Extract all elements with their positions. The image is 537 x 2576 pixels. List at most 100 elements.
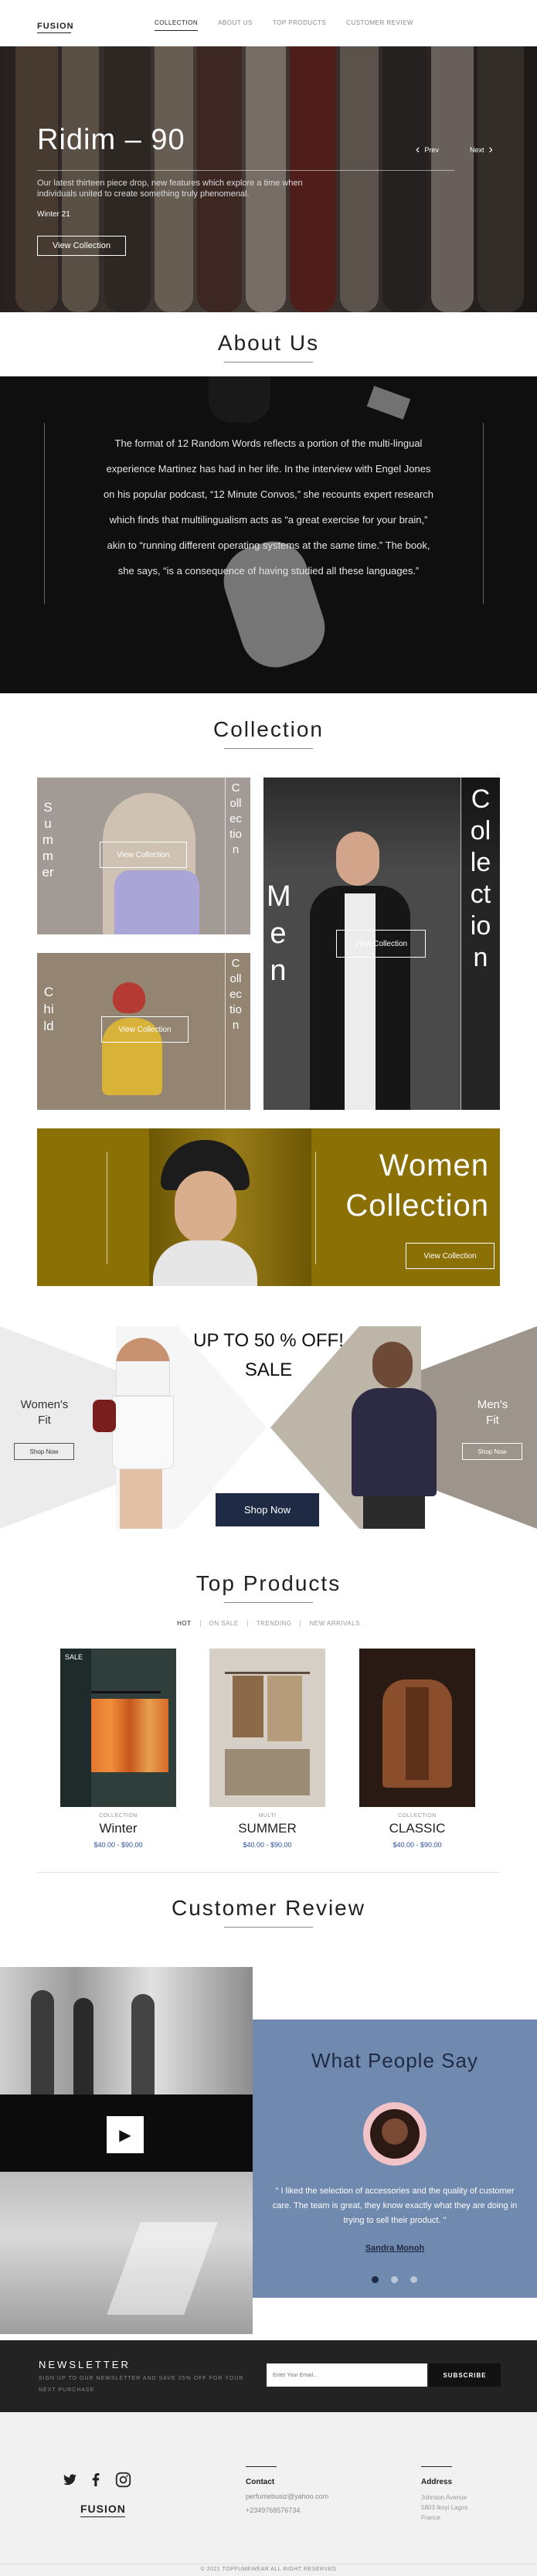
product-lapel bbox=[406, 1687, 429, 1780]
reviewer-avatar bbox=[363, 2102, 427, 2166]
subscribe-button[interactable]: SUBSCRIBE bbox=[429, 2363, 501, 2387]
logo[interactable]: FUSION bbox=[37, 22, 74, 33]
men-fit-label-line1: Men's bbox=[477, 1398, 508, 1411]
summer-side-label: Collection bbox=[229, 781, 242, 856]
men-fit-label: Men's Fit bbox=[464, 1397, 522, 1428]
review-quote: " I liked the selection of accessories a… bbox=[272, 2186, 518, 2225]
product-category: COLLECTION bbox=[398, 1813, 437, 1819]
women-top bbox=[153, 1240, 257, 1286]
summer-collection-tile[interactable]: Summer Collection View Collection bbox=[37, 778, 250, 934]
hero-prev-label: Prev bbox=[424, 146, 439, 154]
review-dot-active[interactable] bbox=[372, 2276, 379, 2283]
review-dot[interactable] bbox=[410, 2276, 417, 2283]
child-view-button[interactable]: View Collection bbox=[101, 1016, 189, 1043]
summer-dress bbox=[114, 870, 199, 934]
product-price: $40.00 - $90.00 bbox=[243, 1841, 292, 1849]
product-card[interactable]: MULTI SUMMER $40.00 - $90.00 bbox=[209, 1649, 325, 1849]
contact-rule bbox=[246, 2466, 277, 2467]
twitter-icon[interactable] bbox=[63, 2474, 76, 2486]
product-category: COLLECTION bbox=[99, 1813, 138, 1819]
tab-on-sale[interactable]: ON SALE bbox=[201, 1620, 248, 1627]
chevron-left-icon: ‹ bbox=[416, 143, 420, 156]
products-divider bbox=[37, 1872, 500, 1873]
video-mannequin bbox=[73, 1998, 93, 2094]
women-view-button[interactable]: View Collection bbox=[406, 1243, 495, 1269]
child-collection-tile[interactable]: Child Collection View Collection bbox=[37, 953, 250, 1110]
play-icon: ▶ bbox=[119, 2126, 131, 2144]
review-author[interactable]: Sandra Monoh bbox=[253, 2244, 537, 2253]
footer-logo[interactable]: FUSION bbox=[80, 2503, 126, 2517]
product-rack bbox=[225, 1672, 310, 1674]
hero-subtitle: Our latest thirteen piece drop, new feat… bbox=[37, 179, 303, 199]
product-price: $40.00 - $90.00 bbox=[393, 1841, 442, 1849]
copyright-icon: © bbox=[200, 2567, 207, 2572]
product-card[interactable]: SALE COLLECTION Winter $40.00 - $90.00 bbox=[60, 1649, 176, 1849]
product-category: MULTI bbox=[258, 1813, 277, 1819]
product-image[interactable] bbox=[359, 1649, 475, 1807]
women-collection-tile[interactable]: Women Collection View Collection bbox=[37, 1128, 500, 1286]
nav-top-products[interactable]: TOP PRODUCTS bbox=[273, 19, 326, 31]
address-line: 5803 Ikoyi Lagos bbox=[421, 2504, 468, 2511]
women-fit-label-line1: Women's bbox=[20, 1398, 69, 1411]
shop-now-button[interactable]: Shop Now bbox=[216, 1493, 319, 1526]
tab-trending[interactable]: TRENDING bbox=[248, 1620, 301, 1627]
product-image[interactable] bbox=[209, 1649, 325, 1807]
address-title: Address bbox=[421, 2478, 453, 2486]
women-title: Women Collection bbox=[292, 1145, 489, 1226]
product-name[interactable]: Winter bbox=[60, 1821, 176, 1836]
facebook-icon[interactable] bbox=[92, 2473, 100, 2486]
men-fit-shop-button[interactable]: Shop Now bbox=[462, 1443, 522, 1460]
men-view-button[interactable]: View Collection bbox=[336, 930, 426, 958]
address-rule bbox=[421, 2466, 452, 2467]
tab-hot[interactable]: HOT bbox=[168, 1620, 201, 1627]
view-collection-button[interactable]: View Collection bbox=[37, 236, 126, 256]
newsletter-text: SIGN UP TO OUR NEWSLETTER AND SAVE 25% O… bbox=[39, 2376, 244, 2393]
social-links bbox=[63, 2472, 131, 2488]
child-bar bbox=[225, 953, 226, 1110]
women-fit-bag bbox=[93, 1400, 116, 1432]
footer-logo-rule bbox=[80, 2516, 125, 2517]
product-image[interactable]: SALE bbox=[60, 1649, 176, 1807]
nav-about-us[interactable]: ABOUT US bbox=[218, 19, 253, 31]
about-title: About Us bbox=[217, 331, 320, 355]
men-collection-tile[interactable]: Men Collection View Collection bbox=[263, 778, 500, 1110]
collection-title: Collection bbox=[213, 717, 324, 741]
video-mannequin bbox=[31, 1990, 54, 2094]
contact-phone[interactable]: +2349768576734 bbox=[246, 2506, 300, 2514]
sale-headline: UP TO 50 % OFF! SALE bbox=[170, 1326, 367, 1385]
nav-customer-review[interactable]: CUSTOMER REVIEW bbox=[346, 19, 413, 31]
hero-date: Winter 21 bbox=[37, 210, 70, 219]
review-video[interactable]: ▶ bbox=[0, 1967, 253, 2334]
sale-section: Women's Fit Shop Now Men's Fit Shop Now … bbox=[0, 1326, 537, 1529]
hero-banner: Ridim – 90 Our latest thirteen piece dro… bbox=[0, 46, 537, 312]
review-panel-title: What People Say bbox=[311, 2049, 478, 2072]
collection-title-rule bbox=[224, 748, 313, 749]
hero-prev-button[interactable]: ‹ Prev bbox=[416, 143, 439, 157]
hero-next-label: Next bbox=[470, 146, 484, 154]
summer-label: Summer bbox=[42, 800, 54, 880]
newsletter-section: NEWSLETTER SIGN UP TO OUR NEWSLETTER AND… bbox=[0, 2340, 537, 2412]
men-label: Men bbox=[267, 880, 291, 987]
newsletter-email-input[interactable] bbox=[267, 2363, 427, 2387]
men-fit-jacket bbox=[352, 1388, 437, 1496]
site-footer: FUSION Contact perfumebusiz@yahoo.com +2… bbox=[0, 2412, 537, 2576]
women-title-line2: Collection bbox=[345, 1189, 489, 1223]
review-dot[interactable] bbox=[391, 2276, 398, 2283]
tab-new-arrivals[interactable]: NEW ARRIVALS bbox=[301, 1620, 368, 1627]
about-text: The format of 12 Random Words reflects a… bbox=[103, 437, 434, 577]
product-name[interactable]: SUMMER bbox=[209, 1821, 325, 1836]
reviewer-photo bbox=[370, 2109, 420, 2159]
review-title-rule bbox=[224, 1927, 313, 1928]
summer-view-button[interactable]: View Collection bbox=[100, 842, 187, 868]
product-card[interactable]: COLLECTION CLASSIC $40.00 - $90.00 bbox=[359, 1649, 475, 1849]
hero-next-button[interactable]: Next › bbox=[470, 143, 493, 157]
product-name[interactable]: CLASSIC bbox=[359, 1821, 475, 1836]
instagram-icon[interactable] bbox=[115, 2472, 131, 2488]
hero-title: Ridim – 90 bbox=[37, 124, 185, 156]
women-fit-shop-button[interactable]: Shop Now bbox=[14, 1443, 74, 1460]
contact-email[interactable]: perfumebusiz@yahoo.com bbox=[246, 2493, 328, 2500]
product-clothes bbox=[267, 1676, 302, 1741]
nav-collection[interactable]: COLLECTION bbox=[155, 19, 199, 31]
play-button[interactable]: ▶ bbox=[107, 2116, 144, 2153]
copyright-text: 2021 TOPFUMEWEAR ALL RIGHT RESERVED bbox=[206, 2567, 337, 2572]
